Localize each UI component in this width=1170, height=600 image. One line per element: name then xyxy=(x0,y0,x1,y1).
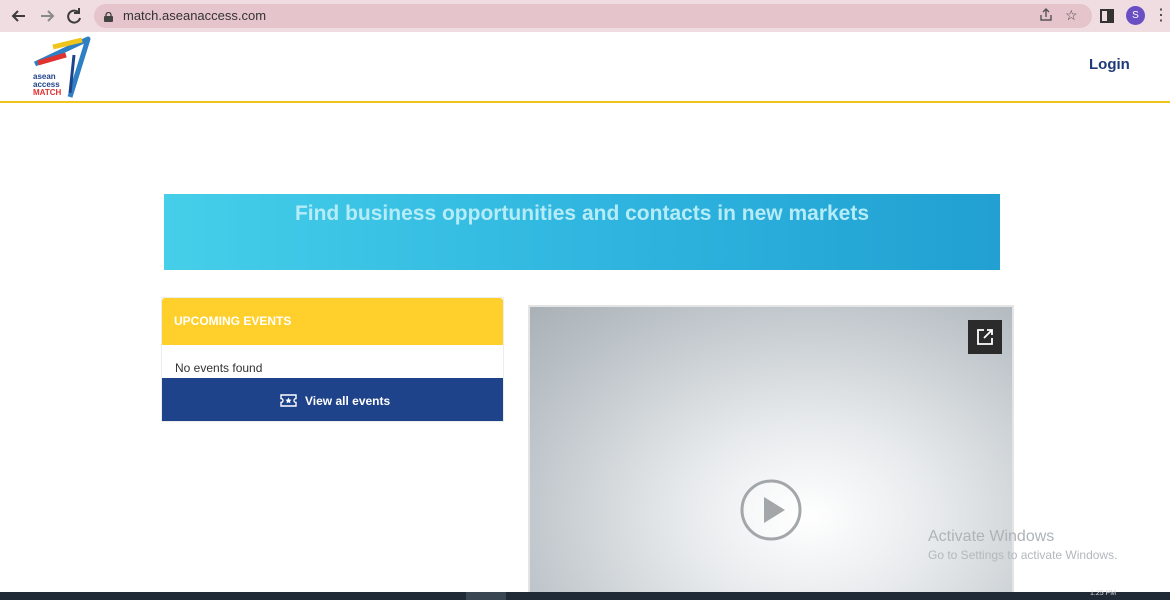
site-header: asean access MATCH Login xyxy=(0,32,1170,103)
hero-title: Find business opportunities and contacts… xyxy=(294,202,870,225)
hero-banner: Find business opportunities and contacts… xyxy=(164,194,1000,270)
taskbar-app-button[interactable] xyxy=(466,592,506,600)
ticket-icon xyxy=(280,394,297,407)
activate-windows-subtitle: Go to Settings to activate Windows. xyxy=(928,548,1118,562)
reload-icon[interactable] xyxy=(63,5,85,27)
upcoming-events-card: UPCOMING EVENTS No events found View all… xyxy=(161,297,504,422)
no-events-text: No events found xyxy=(175,361,263,375)
profile-avatar[interactable]: S xyxy=(1126,6,1145,25)
external-link-icon[interactable] xyxy=(968,320,1002,354)
kebab-menu-icon[interactable]: ⋮ xyxy=(1150,5,1170,27)
star-icon[interactable]: ☆ xyxy=(1065,7,1078,24)
browser-toolbar: match.aseanaccess.com ☆ S ⋮ xyxy=(0,0,1170,32)
address-bar[interactable]: match.aseanaccess.com ☆ xyxy=(94,4,1092,28)
events-heading: UPCOMING EVENTS xyxy=(174,314,292,328)
login-link[interactable]: Login xyxy=(1089,56,1130,73)
play-icon[interactable] xyxy=(739,478,803,542)
view-all-events-label: View all events xyxy=(305,394,391,408)
logo-text-line3: MATCH xyxy=(33,88,62,97)
url-text: match.aseanaccess.com xyxy=(123,8,267,23)
taskbar: 1:25 PM xyxy=(0,590,1170,600)
asean-access-match-logo[interactable]: asean access MATCH xyxy=(30,35,92,98)
sidebar-icon[interactable] xyxy=(1096,5,1118,27)
back-arrow-icon[interactable] xyxy=(8,5,30,27)
taskbar-clock: 1:25 PM xyxy=(1090,590,1117,597)
activate-windows-title: Activate Windows xyxy=(928,528,1055,545)
events-header: UPCOMING EVENTS xyxy=(162,298,503,345)
view-all-events-button[interactable]: View all events xyxy=(162,378,503,421)
forward-arrow-icon[interactable] xyxy=(36,5,58,27)
lock-icon xyxy=(104,9,113,22)
share-icon[interactable] xyxy=(1038,7,1054,26)
